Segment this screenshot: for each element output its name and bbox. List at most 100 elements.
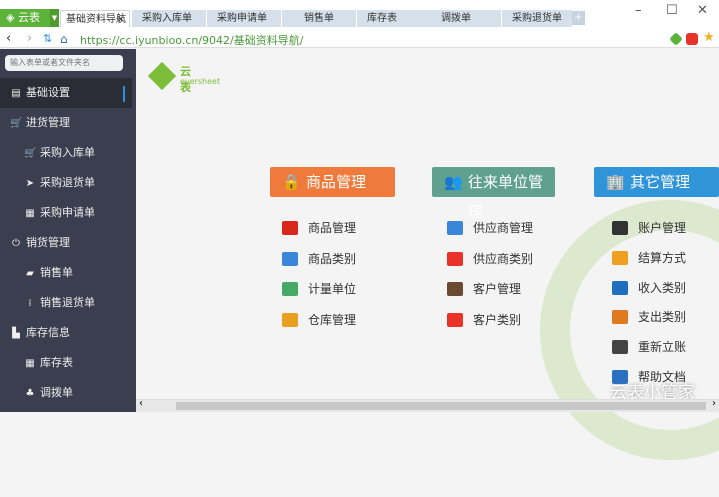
item-icon [447, 313, 463, 328]
nav-link[interactable]: 结算方式 [612, 249, 687, 267]
item-icon [447, 251, 463, 266]
nav-link[interactable]: 商品管理 [282, 219, 357, 237]
tab[interactable]: 采购退货单 [502, 10, 572, 27]
home-icon[interactable]: ⌂ [60, 30, 68, 48]
sidebar-item-label: 采购申请单 [40, 206, 95, 219]
back-icon[interactable]: ‹ [6, 30, 11, 48]
tab-active[interactable]: 基础资料导航 × [60, 10, 130, 27]
sidebar-item[interactable]: ▤ 基础设置 [0, 78, 132, 108]
nav-link[interactable]: 仓库管理 [282, 311, 357, 329]
close-tab-icon[interactable]: × [117, 11, 125, 27]
sidebar-item-label: 销售单 [40, 266, 73, 279]
section-icon: 🏢 [606, 173, 625, 191]
star-icon[interactable]: ★ [703, 30, 715, 45]
sidebar-item[interactable]: ▦ 采购申请单 [0, 198, 132, 228]
maximize-button[interactable]: ☐ [666, 3, 678, 18]
item-icon [447, 221, 463, 235]
close-window-button[interactable]: ✕ [697, 3, 708, 18]
tab[interactable]: 调拨单 [431, 10, 501, 27]
nav-link-label: 供应商类别 [473, 251, 534, 266]
sidebar-item[interactable]: ➤ 采购退货单 [0, 168, 132, 198]
brand-label: 云表 [17, 11, 40, 24]
sidebar-item[interactable]: ♣ 调拨单 [0, 378, 132, 408]
sidebar-item[interactable]: 🛒 进货管理 [0, 108, 132, 138]
brand-dropdown-icon[interactable]: ▼ [50, 9, 59, 27]
item-icon [612, 221, 628, 235]
section-header[interactable]: 👥 往来单位管理 [432, 167, 555, 221]
refresh-icon[interactable]: ⇅ [43, 30, 52, 48]
item-icon [282, 221, 298, 235]
power-icon: ⏻ [12, 238, 20, 249]
nav-link-label: 计量单位 [308, 282, 357, 297]
nav-link[interactable]: 商品类别 [282, 250, 357, 268]
sidebar-item[interactable]: ⏻ 销货管理 [0, 228, 132, 258]
sidebar-item-label: 进货管理 [26, 116, 70, 129]
sitemap-icon: ♣ [25, 388, 35, 399]
bars-icon: ⁞ [28, 298, 32, 309]
item-icon [282, 313, 298, 328]
sidebar-item[interactable]: ▰ 销售单 [0, 258, 132, 288]
item-icon [612, 310, 628, 325]
nav-link[interactable]: 供应商管理 [447, 219, 534, 237]
nav-link[interactable]: 客户类别 [447, 311, 522, 329]
nav-link-label: 商品类别 [308, 251, 357, 266]
nav-link-label: 重新立账 [638, 340, 687, 355]
tab[interactable]: 采购入库单 [132, 10, 206, 27]
nav-link-label: 仓库管理 [308, 313, 357, 328]
decorative-wave [503, 163, 719, 497]
sidebar-item[interactable]: ⁞ 销售退货单 [0, 288, 132, 318]
building-icon: ▙ [12, 328, 20, 339]
nav-link[interactable]: 收入类别 [612, 279, 687, 297]
sidebar-item-label: 采购入库单 [40, 146, 95, 159]
nav-link[interactable]: 供应商类别 [447, 250, 534, 268]
nav-link-label: 账户管理 [638, 221, 687, 235]
nav-link-label: 结算方式 [638, 250, 687, 265]
nav-link-label: 客户管理 [473, 282, 522, 297]
section-header[interactable]: 🏢 其它管理 [594, 167, 719, 197]
tab[interactable]: 采购申请单 [207, 10, 281, 27]
item-icon [612, 340, 628, 355]
minimize-button[interactable]: – [635, 3, 642, 18]
nav-link-label: 收入类别 [638, 280, 687, 295]
horizontal-scrollbar[interactable]: ‹ › [136, 398, 719, 412]
nav-link-label: 客户类别 [473, 313, 522, 328]
sidebar-item[interactable]: ▙ 库存信息 [0, 318, 132, 348]
nav-link[interactable]: 支出类别 [612, 308, 687, 326]
nav-link-label: 商品管理 [308, 221, 357, 235]
extension-icon[interactable] [669, 32, 683, 46]
nav-link[interactable]: 计量单位 [282, 280, 357, 298]
address-bar: ‹ › ⇅ ⌂ https://cc.iyunbioo.cn/9042/基础资料… [0, 30, 719, 48]
clipboard-icon: ▦ [25, 208, 35, 219]
forward-icon[interactable]: › [27, 30, 32, 48]
sidebar-item[interactable]: 🛒 采购入库单 [0, 138, 132, 168]
section-icon: 👥 [444, 173, 463, 191]
sidebar-item-label: 库存信息 [26, 326, 70, 339]
section-header[interactable]: 🔒 商品管理 [270, 167, 395, 197]
item-icon [282, 251, 298, 266]
nav-link[interactable]: 客户管理 [447, 280, 522, 298]
grid-icon: ▦ [25, 358, 35, 369]
url-field[interactable]: https://cc.iyunbioo.cn/9042/基础资料导航/ [80, 32, 303, 48]
sidebar-item-label: 调拨单 [40, 386, 73, 399]
section-title: 商品管理 [306, 173, 367, 191]
nav-link[interactable]: 重新立账 [612, 338, 687, 356]
nav-link-label: 供应商管理 [473, 221, 534, 235]
video-icon[interactable] [686, 33, 698, 45]
section-icon: 🔒 [282, 173, 301, 191]
nav-link[interactable]: 账户管理 [612, 219, 687, 237]
sidebar-item[interactable]: ▦ 库存表 [0, 348, 132, 378]
new-tab-button[interactable]: + [572, 11, 585, 25]
nav-link-label: 支出类别 [638, 310, 687, 325]
item-icon [447, 282, 463, 297]
item-icon [612, 250, 628, 265]
tab[interactable]: 销售单 [282, 10, 356, 27]
send-icon: ➤ [25, 178, 35, 189]
tab[interactable]: 库存表 [357, 10, 431, 27]
sidebar-item-label: 销售退货单 [40, 296, 95, 309]
wallet-icon: ▰ [26, 268, 34, 279]
sidebar: 输入表单或者文件夹名 ▤ 基础设置 🛒 进货管理 🛒 采购入库单 ➤ 采购退货单 ▦ 采购申请单 ⏻… [0, 49, 136, 412]
sidebar-item-label: 基础设置 [26, 86, 70, 99]
section-title: 往来单位管理 [468, 173, 544, 221]
sidebar-search-input[interactable]: 输入表单或者文件夹名 [5, 55, 123, 71]
sidebar-item-label: 销货管理 [26, 236, 70, 249]
